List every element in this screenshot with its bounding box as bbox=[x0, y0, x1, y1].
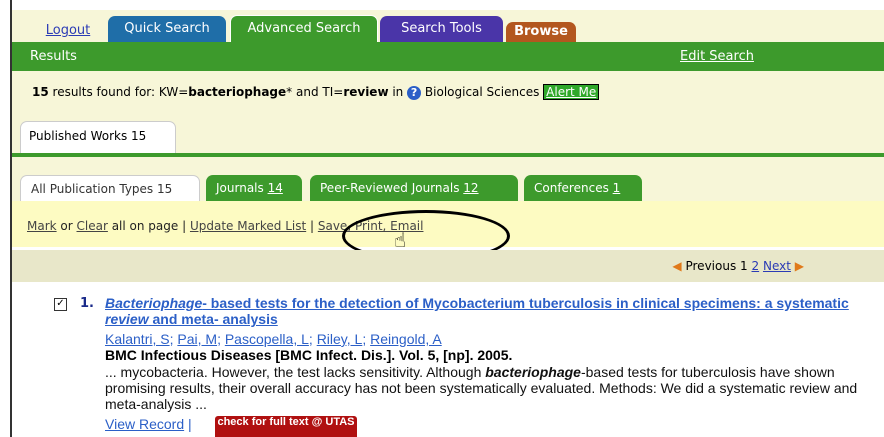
keyword-term: bacteriophage bbox=[188, 85, 287, 99]
view-record-link[interactable]: View Record bbox=[105, 416, 184, 432]
pagination-bar: ◀ Previous 1 2 Next ▶ bbox=[12, 250, 884, 282]
author-link[interactable]: Kalantri, S bbox=[105, 331, 170, 347]
record-abstract: ... mycobacteria. However, the test lack… bbox=[105, 364, 875, 412]
journals-count: 14 bbox=[267, 181, 283, 195]
page-1: 1 bbox=[740, 259, 748, 273]
hand-cursor-icon: ☝ bbox=[394, 228, 407, 252]
peer-reviewed-count: 12 bbox=[463, 181, 479, 195]
or-text: or bbox=[56, 219, 77, 233]
published-works-tabs: Published Works 15 bbox=[12, 121, 884, 153]
pagination: ◀ Previous 1 2 Next ▶ bbox=[672, 259, 804, 273]
author-link[interactable]: Pai, M bbox=[177, 331, 217, 347]
clear-link[interactable]: Clear bbox=[77, 219, 108, 233]
separator-text: | bbox=[306, 219, 318, 233]
record-checkbox[interactable]: ✓ bbox=[54, 298, 67, 311]
database-name: Biological Sciences bbox=[421, 85, 544, 99]
author-link[interactable]: Reingold, A bbox=[370, 331, 442, 347]
peer-reviewed-label: Peer-Reviewed Journals bbox=[320, 181, 464, 195]
alert-me-link[interactable]: Alert Me bbox=[543, 84, 600, 100]
results-title: Results bbox=[30, 49, 77, 64]
all-on-page-text: all on page | bbox=[107, 219, 190, 233]
edit-search-link[interactable]: Edit Search bbox=[680, 49, 754, 64]
tab-advanced-search[interactable]: Advanced Search bbox=[230, 15, 378, 42]
title-highlight-review: review bbox=[105, 311, 149, 327]
full-text-button[interactable]: check for full text @ UTAS bbox=[215, 416, 357, 437]
result-count: 15 bbox=[32, 85, 49, 99]
tab-journals[interactable]: Journals 14 bbox=[206, 175, 302, 201]
author-link[interactable]: Pascopella, L bbox=[225, 331, 309, 347]
record-source: BMC Infectious Diseases [BMC Infect. Dis… bbox=[105, 347, 513, 363]
title-term: review bbox=[343, 85, 389, 99]
conferences-count: 1 bbox=[612, 181, 621, 195]
tab-conferences[interactable]: Conferences 1 bbox=[524, 175, 642, 201]
results-summary-bar: 15 results found for: KW=bacteriophage* … bbox=[12, 71, 884, 121]
next-link[interactable]: Next bbox=[763, 259, 791, 273]
abstract-highlight: bacteriophage bbox=[485, 364, 581, 380]
view-separator: | bbox=[184, 416, 192, 432]
tab-browse[interactable]: Browse bbox=[506, 22, 576, 42]
record-title-link[interactable]: Bacteriophage- based tests for the detec… bbox=[105, 295, 875, 327]
found-for-text: results found for: KW= bbox=[48, 85, 189, 99]
author-link[interactable]: Riley, L bbox=[317, 331, 363, 347]
help-icon[interactable]: ? bbox=[407, 85, 422, 100]
mark-link[interactable]: Mark bbox=[27, 219, 57, 233]
record-actions: View Record | bbox=[105, 416, 192, 432]
journals-label: Journals bbox=[216, 181, 268, 195]
record-authors: Kalantri, S; Pai, M; Pascopella, L; Rile… bbox=[105, 331, 442, 347]
and-title-text: * and TI= bbox=[286, 85, 344, 99]
tab-published-works[interactable]: Published Works 15 bbox=[20, 121, 176, 153]
results-summary: 15 results found for: KW=bacteriophage* … bbox=[32, 84, 600, 100]
title-end: and meta- analysis bbox=[148, 311, 278, 327]
page-2-link[interactable]: 2 bbox=[752, 259, 760, 273]
previous-label: Previous bbox=[685, 259, 737, 273]
update-marked-list-link[interactable]: Update Marked List bbox=[190, 219, 306, 233]
tab-search-tools[interactable]: Search Tools bbox=[380, 16, 503, 42]
next-arrow-icon[interactable]: ▶ bbox=[795, 259, 804, 273]
logout-link[interactable]: Logout bbox=[32, 18, 104, 44]
abstract-start: ... mycobacteria. However, the test lack… bbox=[105, 364, 486, 380]
title-part: - based tests for the detection of Mycob… bbox=[202, 295, 849, 311]
title-highlight-bacteriophage: Bacteriophage bbox=[105, 295, 203, 311]
tab-peer-reviewed-journals[interactable]: Peer-Reviewed Journals 12 bbox=[310, 175, 518, 201]
tab-all-publication-types[interactable]: All Publication Types 15 bbox=[20, 175, 200, 201]
results-header: Results Edit Search bbox=[12, 42, 884, 71]
top-nav: Logout Quick Search Advanced Search Sear… bbox=[12, 10, 884, 42]
record-number: 1. bbox=[80, 296, 94, 311]
previous-arrow-icon: ◀ bbox=[672, 259, 682, 273]
tab-quick-search[interactable]: Quick Search bbox=[108, 16, 226, 42]
publication-type-tabs: All Publication Types 15 Journals 14 Pee… bbox=[12, 157, 884, 201]
in-text: in bbox=[388, 85, 408, 99]
conferences-label: Conferences bbox=[534, 181, 613, 195]
